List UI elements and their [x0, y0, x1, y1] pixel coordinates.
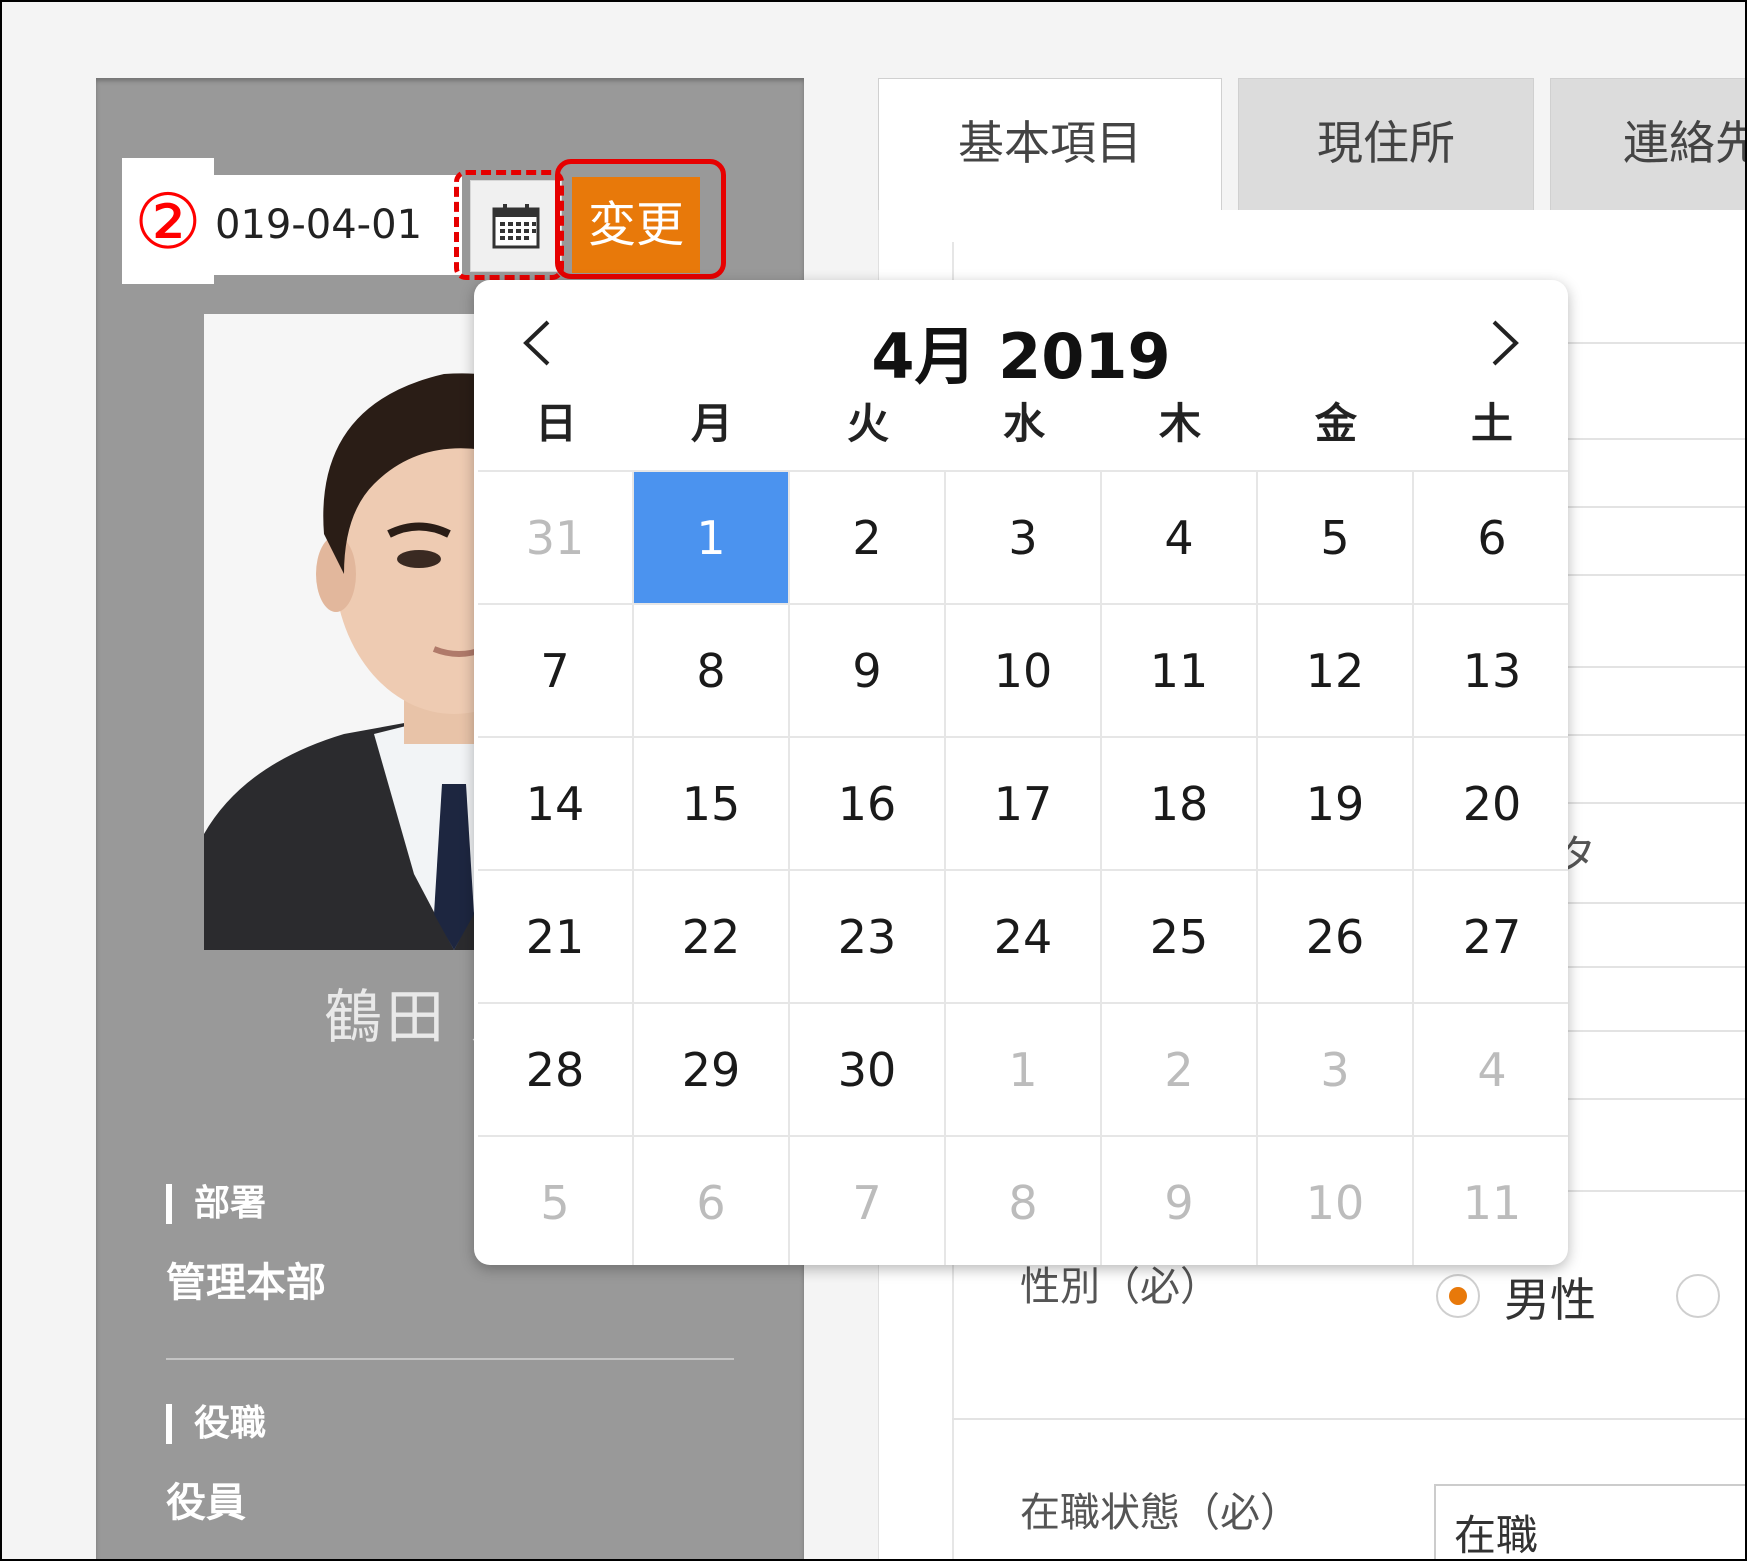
datepicker-day[interactable]: 26	[1258, 871, 1414, 1004]
screenshot-frame: ② 変更	[0, 0, 1747, 1561]
datepicker-day[interactable]: 29	[634, 1004, 790, 1137]
datepicker-day[interactable]: 17	[946, 738, 1102, 871]
datepicker-day[interactable]: 23	[790, 871, 946, 1004]
datepicker-day[interactable]: 5	[1258, 472, 1414, 605]
datepicker-day[interactable]: 6	[1414, 472, 1568, 605]
chevron-right-icon[interactable]	[1468, 308, 1538, 378]
datepicker-day[interactable]: 10	[946, 605, 1102, 738]
datepicker-weekdays: 日 月 火 水 木 金 土	[478, 390, 1568, 450]
weekday-label: 水	[1002, 399, 1045, 448]
weekday-label: 木	[1158, 399, 1201, 448]
datepicker-day[interactable]: 10	[1258, 1137, 1414, 1265]
datepicker-day[interactable]: 27	[1414, 871, 1568, 1004]
department-value: 管理本部	[166, 1260, 326, 1306]
datepicker-day[interactable]: 12	[1258, 605, 1414, 738]
datepicker-day[interactable]: 3	[946, 472, 1102, 605]
profile-divider	[166, 1358, 734, 1360]
datepicker-day[interactable]: 6	[634, 1137, 790, 1265]
datepicker-day[interactable]: 3	[1258, 1004, 1414, 1137]
department-label: 部署	[166, 1184, 266, 1224]
datepicker-day[interactable]: 25	[1102, 871, 1258, 1004]
datepicker-day[interactable]: 2	[790, 472, 946, 605]
datepicker-day[interactable]: 11	[1414, 1137, 1568, 1265]
datepicker-day[interactable]: 8	[946, 1137, 1102, 1265]
datepicker-day[interactable]: 5	[478, 1137, 634, 1265]
gender-radio-male[interactable]	[1436, 1274, 1480, 1318]
datepicker-day[interactable]: 7	[790, 1137, 946, 1265]
datepicker-day[interactable]: 22	[634, 871, 790, 1004]
datepicker-day[interactable]: 18	[1102, 738, 1258, 871]
datepicker-day[interactable]: 16	[790, 738, 946, 871]
employment-status-label: 在職状態（必）	[1020, 1490, 1300, 1536]
datepicker-day[interactable]: 7	[478, 605, 634, 738]
datepicker-day[interactable]: 4	[1414, 1004, 1568, 1137]
change-button-annotation	[555, 159, 726, 279]
datepicker-day-selected[interactable]: 1	[634, 472, 790, 605]
datepicker-day[interactable]: 20	[1414, 738, 1568, 871]
datepicker-header: 4月 2019	[474, 280, 1568, 393]
datepicker-day[interactable]: 30	[790, 1004, 946, 1137]
weekday-label: 火	[846, 399, 889, 448]
employment-status-select[interactable]: 在職	[1434, 1484, 1745, 1559]
weekday-label: 月	[690, 399, 733, 448]
datepicker-day[interactable]: 1	[946, 1004, 1102, 1137]
weekday-label: 金	[1314, 399, 1357, 448]
date-input[interactable]	[207, 175, 462, 275]
calendar-button-annotation	[454, 170, 564, 280]
datepicker-day[interactable]: 2	[1102, 1004, 1258, 1137]
datepicker-day[interactable]: 24	[946, 871, 1102, 1004]
datepicker-day[interactable]: 13	[1414, 605, 1568, 738]
datepicker-day[interactable]: 19	[1258, 738, 1414, 871]
position-label: 役職	[166, 1404, 266, 1444]
datepicker-day[interactable]: 4	[1102, 472, 1258, 605]
datepicker-day-grid: 31 1 2 3 4 5 6 7 8 9 10 11 12 13 14 15 16 17 18 19 20 21 22 23 2…	[478, 470, 1568, 1265]
tab-contact[interactable]: 連絡先	[1550, 78, 1745, 210]
gender-male-label: 男性	[1504, 1273, 1596, 1327]
tab-address[interactable]: 現住所	[1238, 78, 1534, 210]
tab-basic[interactable]: 基本項目	[878, 78, 1222, 210]
weekday-label: 日	[534, 399, 577, 448]
datepicker-title: 4月 2019	[871, 320, 1171, 393]
step-marker: ②	[133, 177, 203, 266]
gender-radio-female[interactable]	[1676, 1274, 1720, 1318]
datepicker-day[interactable]: 8	[634, 605, 790, 738]
position-value: 役員	[166, 1480, 246, 1526]
datepicker-day[interactable]: 31	[478, 472, 634, 605]
datepicker-day[interactable]: 14	[478, 738, 634, 871]
datepicker-day[interactable]: 28	[478, 1004, 634, 1137]
datepicker-day[interactable]: 9	[1102, 1137, 1258, 1265]
weekday-label: 土	[1470, 399, 1513, 448]
datepicker-day[interactable]: 21	[478, 871, 634, 1004]
form-row-line	[952, 1418, 1745, 1420]
datepicker-day[interactable]: 11	[1102, 605, 1258, 738]
datepicker-popup: 4月 2019 日 月 火 水 木 金 土 31 1 2 3 4 5 6 7 8 9 10 11 12 1…	[474, 280, 1568, 1265]
datepicker-day[interactable]: 15	[634, 738, 790, 871]
datepicker-day[interactable]: 9	[790, 605, 946, 738]
